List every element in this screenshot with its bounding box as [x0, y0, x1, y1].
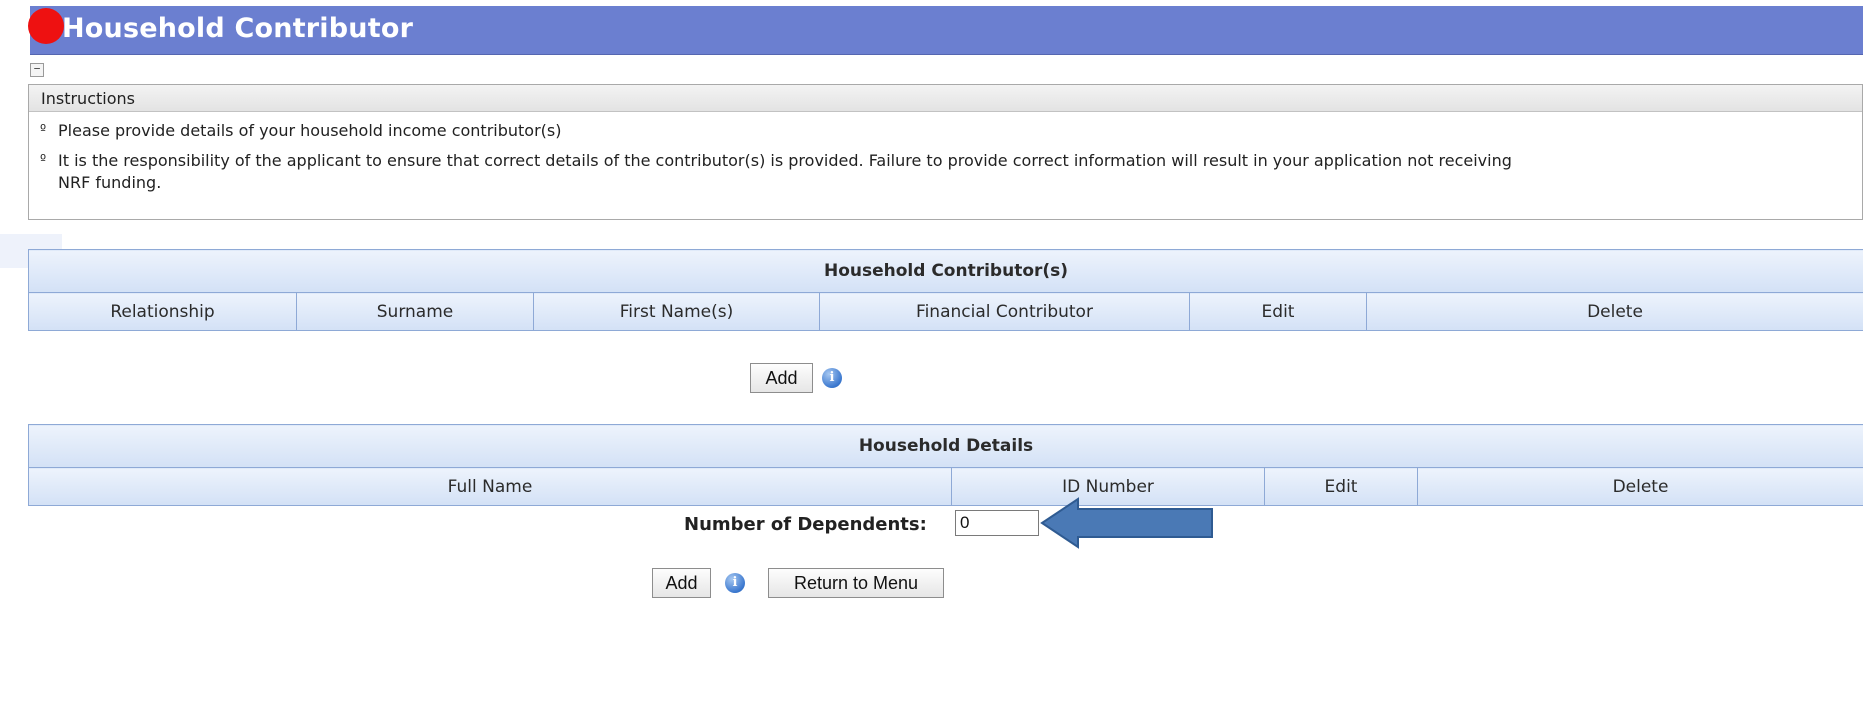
household-details-title: Household Details — [28, 424, 1863, 468]
dependents-label: Number of Dependents: — [684, 514, 927, 535]
column-header-delete: Delete — [1417, 467, 1863, 506]
dependents-input[interactable] — [955, 510, 1039, 536]
collapse-toggle-icon[interactable]: − — [30, 63, 44, 77]
contributors-table: Household Contributor(s) Relationship Su… — [27, 249, 1863, 331]
household-details-table: Household Details Full Name ID Number Ed… — [28, 424, 1863, 506]
add-contributor-button[interactable]: Add — [750, 363, 813, 393]
page-title: Household Contributor — [62, 13, 414, 44]
column-header-edit: Edit — [1264, 467, 1418, 506]
column-header-full-name: Full Name — [28, 467, 952, 506]
column-header-edit: Edit — [1189, 292, 1367, 331]
contributors-table-title: Household Contributor(s) — [27, 249, 1863, 293]
column-header-delete: Delete — [1365, 292, 1863, 331]
red-circle-marker — [28, 8, 64, 44]
blue-left-arrow-annotation — [1040, 497, 1213, 549]
instruction-item: º Please provide details of your househol… — [40, 120, 1520, 142]
bullet-icon: º — [40, 123, 47, 138]
bullet-icon: º — [40, 153, 47, 168]
info-icon[interactable]: i — [725, 573, 745, 593]
instructions-title: Instructions — [41, 89, 135, 108]
column-header-relationship: Relationship — [28, 292, 297, 331]
return-to-menu-button[interactable]: Return to Menu — [768, 568, 944, 598]
add-household-button[interactable]: Add — [652, 568, 711, 598]
info-icon[interactable]: i — [822, 368, 842, 388]
instruction-text: It is the responsibility of the applican… — [58, 151, 1512, 192]
instruction-item: º It is the responsibility of the applica… — [40, 150, 1520, 194]
instructions-header — [29, 85, 1862, 112]
column-header-first-names: First Name(s) — [533, 292, 820, 331]
column-header-surname: Surname — [296, 292, 534, 331]
column-header-financial-contributor: Financial Contributor — [819, 292, 1190, 331]
instruction-text: Please provide details of your household… — [58, 121, 562, 140]
